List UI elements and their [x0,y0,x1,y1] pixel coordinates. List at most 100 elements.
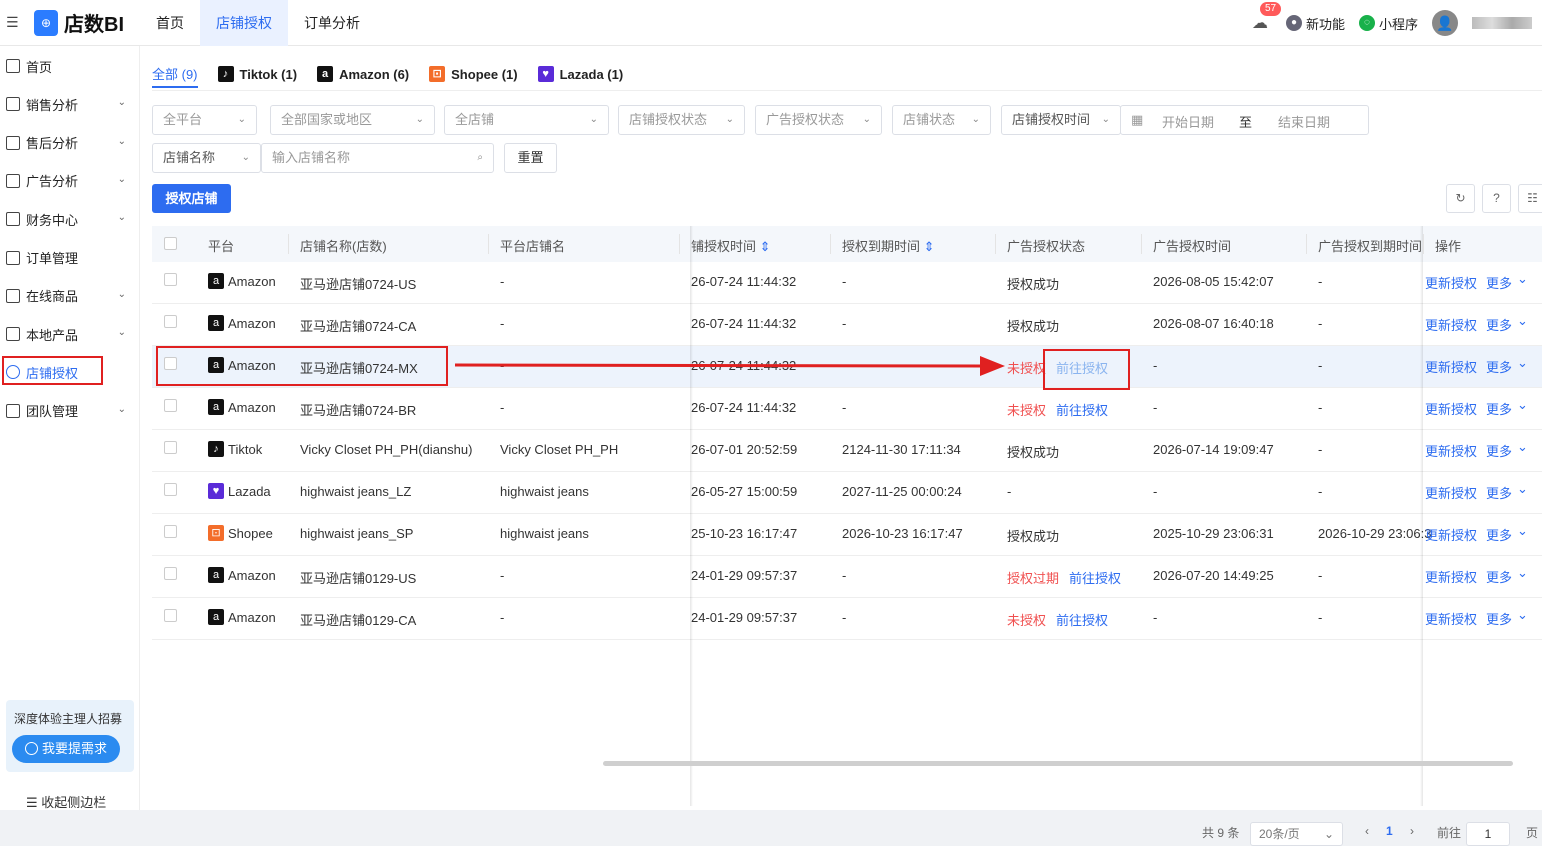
platform-tab[interactable]: a Amazon (6) [317,60,409,88]
annotation-arrow [455,356,1005,376]
store-auth-status-select[interactable]: 店铺授权状态 ⌄ [618,105,745,135]
mini-program-link[interactable]: ◌ 小程序 [1358,14,1418,33]
sort-icon[interactable]: ⇕ [920,239,935,254]
reset-button[interactable]: 重置 [504,143,557,173]
row-checkbox[interactable] [164,525,177,538]
store-name-search-input[interactable]: 输入店铺名称 ⌕ [261,143,494,173]
more-actions-dropdown[interactable]: 更多 [1486,525,1512,544]
sidebar-item[interactable]: 在线商品 ⌄ [0,277,140,315]
more-actions-dropdown[interactable]: 更多 [1486,273,1512,292]
ad-auth-status-select[interactable]: 广告授权状态 ⌄ [755,105,882,135]
platform-tab[interactable]: 全部 (9) [152,60,198,88]
more-actions-dropdown[interactable]: 更多 [1486,609,1512,628]
sidebar-item[interactable]: 订单管理 [0,239,140,277]
goto-auth-link[interactable]: 前往授权 [1069,568,1121,587]
sidebar-item[interactable]: 售后分析 ⌄ [0,124,140,162]
more-actions-dropdown[interactable]: 更多 [1486,483,1512,502]
ad-expire-cell: - [1318,316,1323,331]
sidebar-item[interactable]: 团队管理 ⌄ [0,392,140,430]
page-size-select[interactable]: 20条/页 ⌄ [1250,822,1343,846]
avatar[interactable]: 👤 [1432,10,1458,36]
update-auth-button[interactable]: 更新授权 [1425,483,1477,502]
more-actions-dropdown[interactable]: 更多 [1486,315,1512,334]
horizontal-scrollbar[interactable] [603,761,1513,766]
goto-page-input[interactable]: 1 [1466,822,1510,846]
platform-select[interactable]: 全平台 ⌄ [152,105,257,135]
sidebar-item-icon [6,403,20,418]
time-type-select[interactable]: 店铺授权时间 ⌄ [1001,105,1121,135]
more-actions-dropdown[interactable]: 更多 [1486,399,1512,418]
download-cloud-icon[interactable]: ☁ 57 [1252,2,1282,33]
select-all-checkbox[interactable] [164,237,177,250]
help-icon[interactable]: ? [1482,184,1511,213]
platform-tab[interactable]: ♪ Tiktok (1) [217,60,297,88]
table-row[interactable]: ♪ Tiktok Vicky Closet PH_PH(dianshu) Vicky … [152,430,1542,472]
table-row[interactable]: ⊡ Shopee highwaist jeans_SP highwaist jeans… [152,514,1542,556]
amazon-icon: a [208,609,224,625]
refresh-icon[interactable]: ↻ [1446,184,1475,213]
more-actions-dropdown[interactable]: 更多 [1486,441,1512,460]
platform-cell: ⊡ Shopee [208,525,273,541]
search-icon[interactable]: ⌕ [477,144,483,172]
more-actions-dropdown[interactable]: 更多 [1486,567,1512,586]
menu-icon[interactable]: ☰ [6,14,19,31]
update-auth-button[interactable]: 更新授权 [1425,315,1477,334]
top-nav-item[interactable]: 店铺授权 [200,0,288,46]
next-page-button[interactable]: › [1410,824,1414,838]
date-range-picker[interactable]: ▦ 开始日期 至 结束日期 [1120,105,1369,135]
table-row[interactable]: a Amazon 亚马逊店铺0129-CA - 24-01-29 09:57:37 - 未授… [152,598,1542,640]
username-redacted[interactable] [1472,17,1532,29]
update-auth-button[interactable]: 更新授权 [1425,441,1477,460]
column-header-label: 平台店铺名 [500,239,566,254]
top-nav-item[interactable]: 首页 [140,0,200,46]
prev-page-button[interactable]: ‹ [1365,824,1369,838]
row-checkbox[interactable] [164,315,177,328]
update-auth-button[interactable]: 更新授权 [1425,567,1477,586]
column-header[interactable]: 铺授权时间 ⇕ [691,236,771,255]
sidebar-item[interactable]: 财务中心 ⌄ [0,200,140,238]
update-auth-button[interactable]: 更新授权 [1425,525,1477,544]
row-checkbox[interactable] [164,483,177,496]
row-checkbox[interactable] [164,609,177,622]
update-auth-button[interactable]: 更新授权 [1425,399,1477,418]
sidebar-item[interactable]: 销售分析 ⌄ [0,85,140,123]
table-row[interactable]: a Amazon 亚马逊店铺0724-CA - 26-07-24 11:44:32 - 授权… [152,304,1542,346]
submit-request-button[interactable]: 我要提需求 [12,735,120,763]
row-checkbox[interactable] [164,273,177,286]
row-checkbox[interactable] [164,567,177,580]
collapse-sidebar-button[interactable]: ☰ 收起侧边栏 [26,792,106,811]
row-checkbox[interactable] [164,441,177,454]
page-number-current[interactable]: 1 [1386,824,1393,838]
store-select[interactable]: 全店铺 ⌄ [444,105,609,135]
table-row[interactable]: ♥ Lazada highwaist jeans_LZ highwaist jeans… [152,472,1542,514]
table-row[interactable]: a Amazon 亚马逊店铺0724-BR - 26-07-24 11:44:32 - 未授… [152,388,1542,430]
table-row[interactable]: a Amazon 亚马逊店铺0724-US - 26-07-24 11:44:32 - 授权… [152,262,1542,304]
update-auth-button[interactable]: 更新授权 [1425,357,1477,376]
column-settings-icon[interactable]: ☷ [1518,184,1542,213]
goto-auth-link[interactable]: 前往授权 [1056,400,1108,419]
new-features-link[interactable]: ● 新功能 [1285,14,1345,33]
platform-tab[interactable]: ♥ Lazada (1) [537,60,623,88]
platform-tab[interactable]: ⊡ Shopee (1) [429,60,518,88]
goto-auth-link[interactable]: 前往授权 [1056,610,1108,629]
store-status-select[interactable]: 店铺状态 ⌄ [892,105,991,135]
update-auth-button[interactable]: 更新授权 [1425,609,1477,628]
sidebar-item[interactable]: 首页 [0,47,140,85]
authorize-store-button[interactable]: 授权店铺 [152,184,231,213]
update-auth-button[interactable]: 更新授权 [1425,273,1477,292]
sidebar-item[interactable]: 广告分析 ⌄ [0,162,140,200]
app-logo[interactable]: ⊕ 店数BI [34,8,124,37]
start-date-input[interactable]: 开始日期 [1162,112,1214,131]
sort-icon[interactable]: ⇕ [756,239,771,254]
top-nav-item[interactable]: 订单分析 [288,0,376,46]
table-row[interactable]: a Amazon 亚马逊店铺0129-US - 24-01-29 09:57:37 - 授权… [152,556,1542,598]
column-header[interactable]: 授权到期时间 ⇕ [842,236,935,255]
more-actions-dropdown[interactable]: 更多 [1486,357,1512,376]
row-checkbox[interactable] [164,399,177,412]
sidebar-item-icon [6,250,20,265]
end-date-input[interactable]: 结束日期 [1278,112,1330,131]
country-select[interactable]: 全部国家或地区 ⌄ [270,105,435,135]
ad-time-cell: 2026-07-20 14:49:25 [1153,568,1274,583]
sidebar-item[interactable]: 本地产品 ⌄ [0,315,140,353]
search-type-select[interactable]: 店铺名称 ⌄ [152,143,261,173]
